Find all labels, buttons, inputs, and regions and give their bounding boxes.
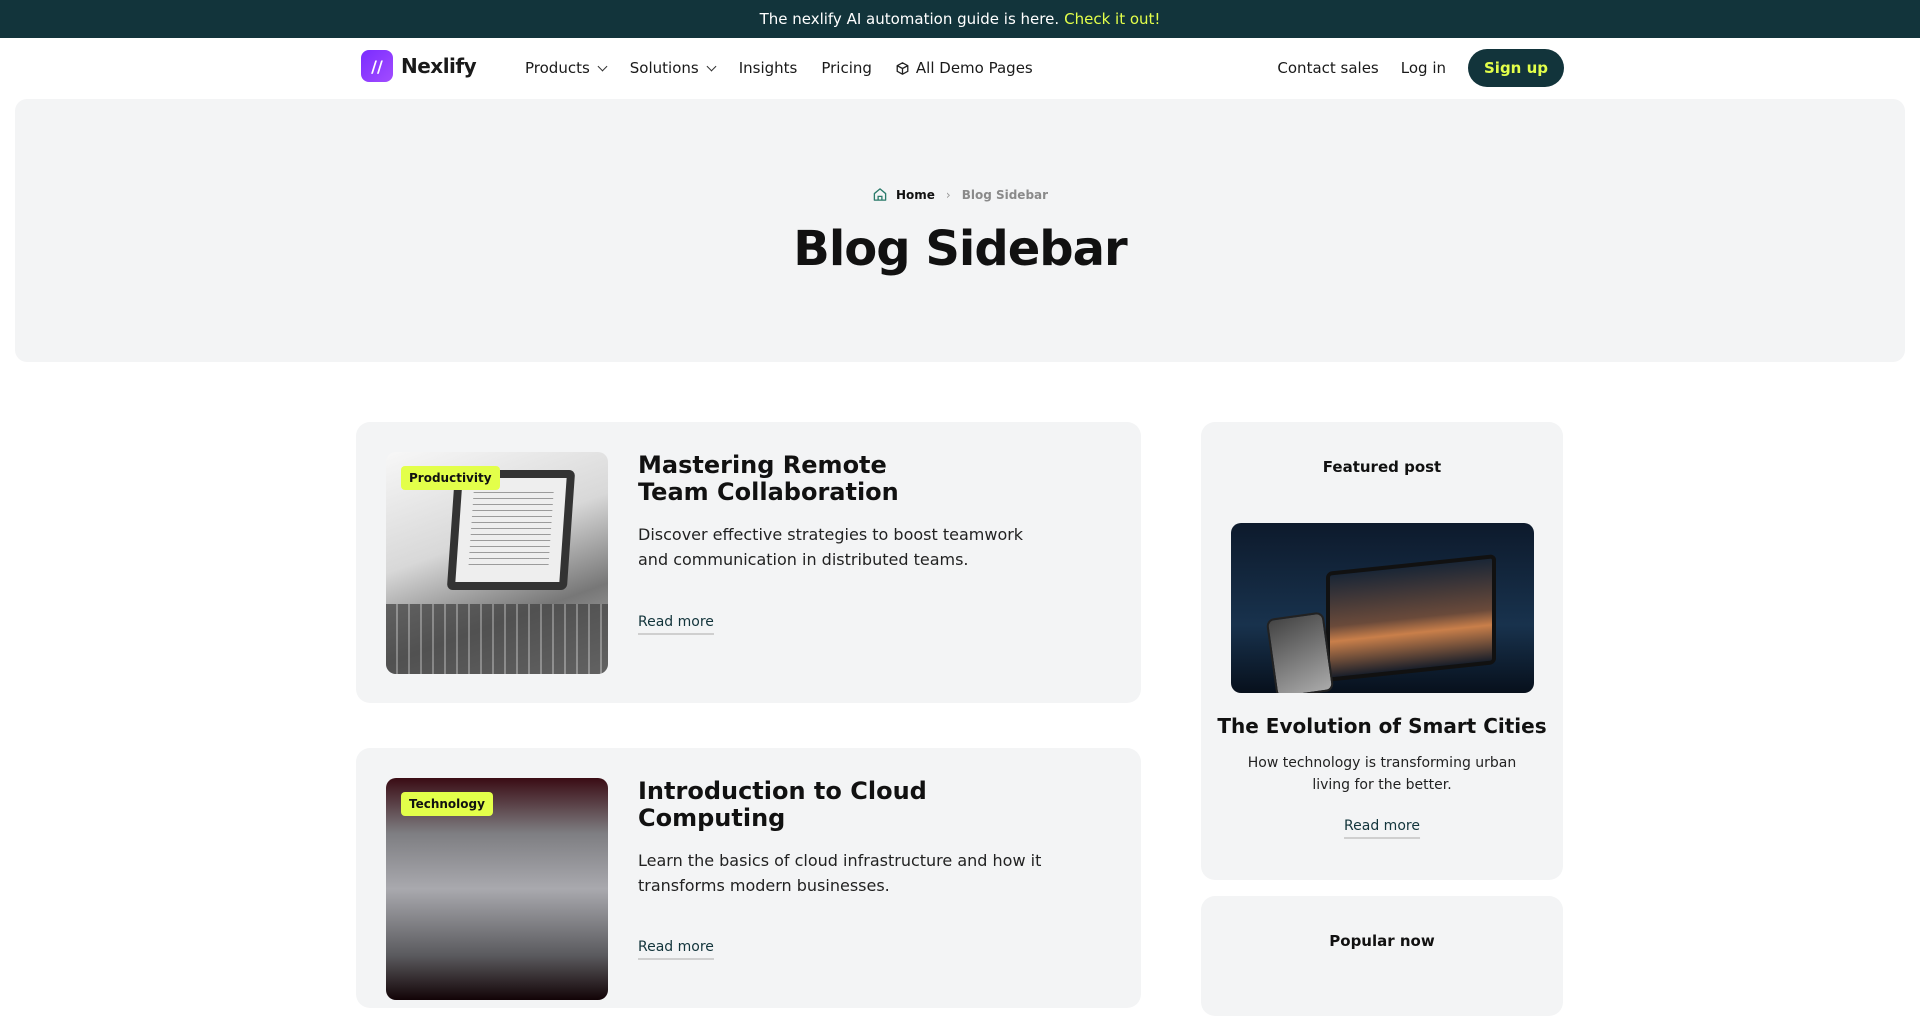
breadcrumb: Home › Blog Sidebar: [15, 187, 1905, 202]
announcement-bar: The nexlify AI automation guide is here.…: [0, 0, 1920, 38]
post-thumbnail[interactable]: Productivity: [386, 452, 608, 674]
tablet-screen-graphic: [1326, 554, 1496, 682]
main-menu: Products Solutions Insights Pricing All …: [525, 38, 1057, 98]
top-navigation: // Nexlify Products Solutions Insights P…: [0, 38, 1920, 98]
chevron-down-icon: [597, 61, 608, 71]
nav-item-label: Solutions: [629, 59, 699, 77]
nav-item-insights[interactable]: Insights: [739, 59, 798, 77]
post-thumbnail[interactable]: Technology: [386, 778, 608, 1000]
nav-item-pricing[interactable]: Pricing: [821, 59, 872, 77]
page-hero: Home › Blog Sidebar Blog Sidebar: [15, 99, 1905, 362]
breadcrumb-current: Blog Sidebar: [961, 187, 1049, 202]
featured-description: How technology is transforming urban liv…: [1247, 755, 1517, 793]
breadcrumb-home[interactable]: Home: [896, 188, 935, 202]
nav-item-label: Products: [525, 59, 590, 77]
featured-heading: Featured post: [1322, 458, 1442, 476]
logo-mark-icon: //: [361, 50, 393, 82]
phone-graphic: [1265, 611, 1335, 693]
signup-button[interactable]: Sign up: [1468, 49, 1564, 87]
category-tag[interactable]: Technology: [401, 792, 493, 816]
blog-post-card: Productivity Mastering Remote Team Colla…: [356, 422, 1141, 703]
blog-post-card: Technology Introduction to Cloud Computi…: [356, 748, 1141, 1008]
featured-image[interactable]: [1231, 523, 1534, 693]
post-description: Discover effective strategies to boost t…: [638, 525, 1024, 569]
nav-item-products[interactable]: Products: [525, 59, 608, 77]
brand-name: Nexlify: [401, 54, 477, 78]
announcement-link[interactable]: Check it out!: [1064, 10, 1160, 28]
post-title[interactable]: Mastering Remote Team Collaboration: [638, 452, 958, 506]
popular-heading: Popular now: [1329, 932, 1435, 950]
announcement-text: The nexlify AI automation guide is here.: [759, 10, 1060, 28]
nav-item-label: All Demo Pages: [915, 59, 1033, 77]
nav-item-solutions[interactable]: Solutions: [629, 59, 717, 77]
home-icon: [873, 188, 887, 201]
contact-sales-link[interactable]: Contact sales: [1277, 59, 1378, 77]
chevron-down-icon: [706, 61, 717, 71]
keyboard-graphic: [386, 604, 608, 674]
post-title[interactable]: Introduction to Cloud Computing: [638, 778, 958, 832]
brand-logo[interactable]: // Nexlify: [361, 50, 477, 82]
cube-icon: [896, 61, 909, 75]
nav-item-all-demo-pages[interactable]: All Demo Pages: [896, 59, 1033, 77]
popular-now-widget: Popular now: [1201, 896, 1563, 1016]
featured-read-more-link[interactable]: Read more: [1344, 818, 1420, 839]
page-title: Blog Sidebar: [793, 221, 1127, 277]
featured-post-widget: Featured post The Evolution of Smart Cit…: [1201, 422, 1563, 880]
nav-actions: Contact sales Log in Sign up: [1277, 49, 1564, 87]
post-description: Learn the basics of cloud infrastructure…: [638, 851, 1042, 895]
read-more-link[interactable]: Read more: [638, 939, 714, 960]
breadcrumb-separator-icon: ›: [945, 187, 951, 202]
login-link[interactable]: Log in: [1401, 59, 1446, 77]
read-more-link[interactable]: Read more: [638, 614, 714, 635]
featured-title[interactable]: The Evolution of Smart Cities: [1201, 714, 1563, 738]
category-tag[interactable]: Productivity: [401, 466, 500, 490]
